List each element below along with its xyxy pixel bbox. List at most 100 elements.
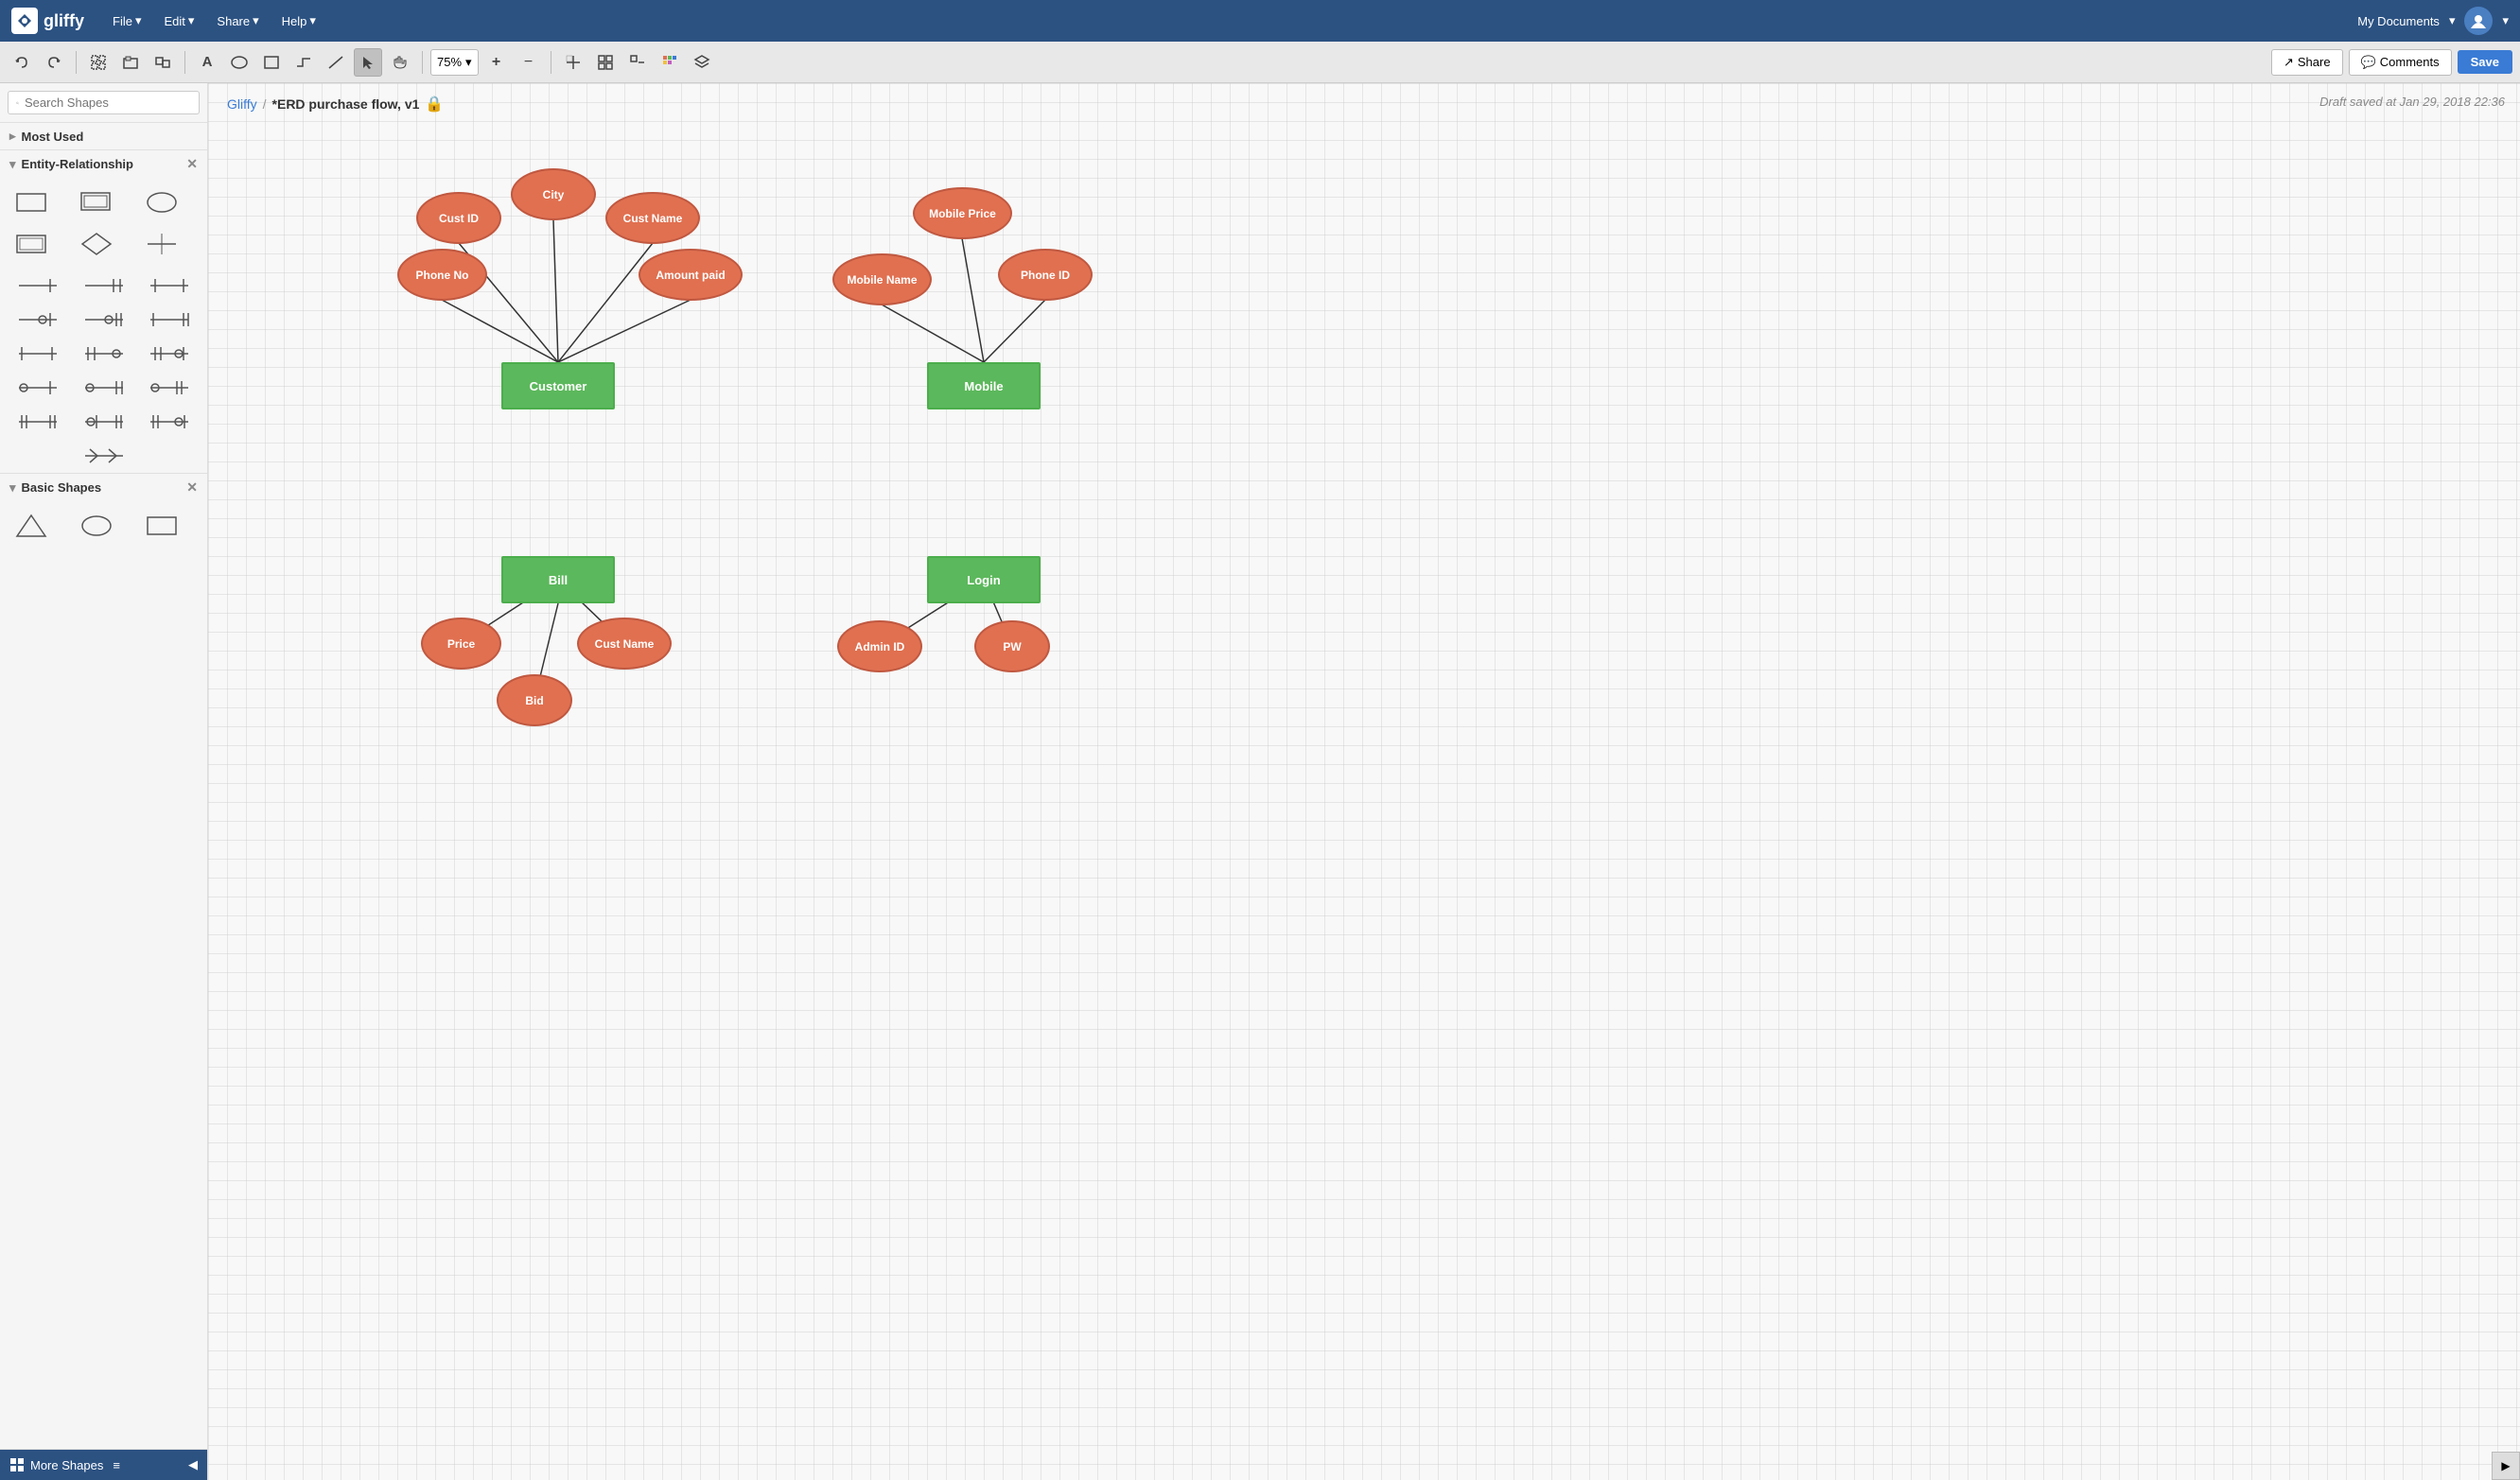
connector-i[interactable] [139,407,200,437]
user-avatar[interactable] [2464,7,2493,35]
connector-c[interactable] [139,339,200,369]
ungroup-button[interactable] [149,48,177,77]
connector-row-1 [0,269,207,303]
connector-one[interactable] [8,270,68,301]
entity-login[interactable]: Login [927,556,1041,603]
attr-mobile-name[interactable]: Mobile Name [832,253,932,305]
connector-many-many[interactable] [139,270,200,301]
zoom-out-button[interactable]: − [515,48,543,77]
zoom-level-dropdown[interactable]: 75% ▾ [430,49,479,76]
grid-button[interactable] [591,48,620,77]
connector-row-5 [0,405,207,439]
app-logo[interactable]: gliffy [11,8,84,34]
connector-row-2 [0,303,207,337]
share-button[interactable]: ↗ Share [2271,49,2343,76]
connector-zero-one[interactable] [8,305,68,335]
collapse-panel-button[interactable]: ▶ [2492,1452,2520,1480]
top-navigation: gliffy File ▾ Edit ▾ Share ▾ Help ▾ My D… [0,0,2520,42]
connector-j[interactable] [8,441,200,471]
attr-cust-name-bill[interactable]: Cust Name [577,618,672,670]
basic-triangle[interactable] [8,507,55,545]
attr-city[interactable]: City [511,168,596,220]
select-all-button[interactable] [84,48,113,77]
menu-file[interactable]: File ▾ [103,9,150,32]
connector-many[interactable] [74,270,134,301]
attr-amount-paid[interactable]: Amount paid [639,249,743,301]
section-basic-collapse-icon: ▾ [9,480,16,496]
attr-price[interactable]: Price [421,618,501,670]
group-button[interactable] [116,48,145,77]
line-elbow-button[interactable] [289,48,318,77]
section-basic-shapes[interactable]: ▾ Basic Shapes ✕ [0,473,207,501]
er-shape-rect[interactable] [8,183,55,221]
er-shape-ellipse[interactable] [138,183,185,221]
connector-row-3 [0,337,207,371]
section-most-used-label: Most Used [22,130,84,144]
er-shape-line-cross[interactable] [138,225,185,263]
section-er[interactable]: ▾ Entity-Relationship ✕ [0,149,207,178]
entity-bill[interactable]: Bill [501,556,615,603]
logo-text: gliffy [44,11,84,31]
attr-cust-name[interactable]: Cust Name [605,192,700,244]
section-basic-shapes-close-button[interactable]: ✕ [186,479,198,496]
attr-mobile-price[interactable]: Mobile Price [913,187,1012,239]
sort-icon: ≡ [113,1458,120,1472]
er-shape-weak-entity[interactable] [8,225,55,263]
grid-minus-button[interactable] [623,48,652,77]
my-documents-link[interactable]: My Documents [2357,14,2440,28]
more-shapes-section[interactable]: More Shapes ≡ ◀ [0,1449,207,1480]
attr-admin-id[interactable]: Admin ID [837,620,922,672]
entity-customer[interactable]: Customer [501,362,615,409]
save-button[interactable]: Save [2458,50,2512,74]
canvas[interactable]: Gliffy / *ERD purchase flow, v1 🔒 Draft … [208,83,2520,1480]
er-shape-diamond[interactable] [73,225,120,263]
attr-pw[interactable]: PW [974,620,1050,672]
connector-h[interactable] [74,407,134,437]
redo-button[interactable] [40,48,68,77]
basic-rect[interactable] [138,507,185,545]
help-chevron: ▾ [309,13,316,28]
attr-phone-no[interactable]: Phone No [397,249,487,301]
connector-one-many[interactable] [139,305,200,335]
topnav-right: My Documents ▾ ▾ [2357,7,2509,35]
hand-tool-button[interactable] [386,48,414,77]
entity-mobile[interactable]: Mobile [927,362,1041,409]
pointer-tool-button[interactable] [354,48,382,77]
menu-share[interactable]: Share ▾ [207,9,268,32]
grid-plus-button[interactable] [559,48,587,77]
breadcrumb-parent[interactable]: Gliffy [227,96,257,112]
sep3 [422,51,423,74]
lock-icon[interactable]: 🔒 [425,95,444,113]
menu-help[interactable]: Help ▾ [272,9,325,32]
connector-d[interactable] [8,373,68,403]
search-input[interactable] [25,96,191,110]
rect-tool-button[interactable] [257,48,286,77]
attr-cust-id[interactable]: Cust ID [416,192,501,244]
comments-button[interactable]: 💬 Comments [2349,49,2452,76]
menu-edit[interactable]: Edit ▾ [154,9,203,32]
zoom-value: 75% [437,55,462,69]
sidebar: ▸ Most Used ▾ Entity-Relationship ✕ [0,83,208,1480]
collapse-sidebar-icon[interactable]: ◀ [188,1457,198,1472]
basic-ellipse[interactable] [73,507,120,545]
connector-zero-many[interactable] [74,305,134,335]
ellipse-tool-button[interactable] [225,48,254,77]
attr-phone-id[interactable]: Phone ID [998,249,1093,301]
layers-button[interactable] [688,48,716,77]
connector-a[interactable] [8,339,68,369]
section-most-used[interactable]: ▸ Most Used [0,122,207,149]
undo-button[interactable] [8,48,36,77]
text-tool-button[interactable]: A [193,48,221,77]
connector-g[interactable] [8,407,68,437]
connector-b[interactable] [74,339,134,369]
file-chevron: ▾ [135,13,142,28]
zoom-in-button[interactable]: + [482,48,511,77]
section-er-close-button[interactable]: ✕ [186,156,198,172]
color-button[interactable] [656,48,684,77]
line-tool-button[interactable] [322,48,350,77]
er-shape-double-rect[interactable] [73,183,120,221]
connector-f[interactable] [139,373,200,403]
connector-e[interactable] [74,373,134,403]
section-most-used-collapse-icon: ▸ [9,129,16,144]
attr-bid[interactable]: Bid [497,674,572,726]
